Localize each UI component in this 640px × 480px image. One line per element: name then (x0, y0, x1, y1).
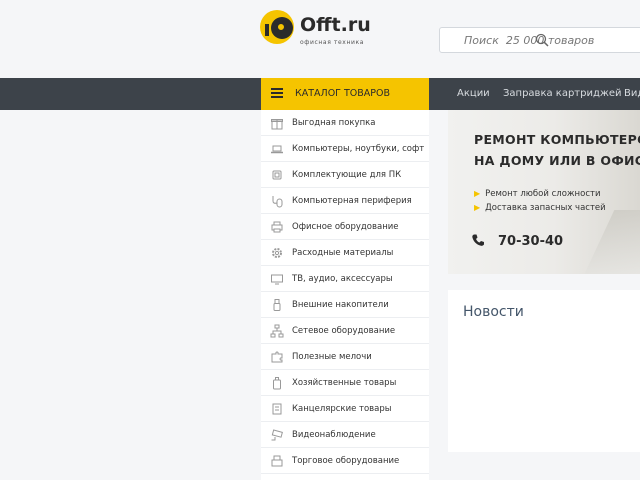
tv-icon (271, 274, 283, 285)
menu-item-retail-equipment[interactable]: Торговое оборудование (261, 448, 429, 474)
cpu-icon (272, 170, 282, 180)
printer-icon (271, 221, 283, 233)
menu-item-label: Видеонаблюдение (292, 430, 376, 440)
menu-item-label: Канцелярские товары (292, 404, 392, 414)
notepad-icon (272, 403, 282, 415)
banner-bullet: ▶ Доставка запасных частей (474, 203, 606, 213)
menu-item-label: Выгодная покупка (292, 118, 376, 128)
search-box[interactable] (439, 27, 640, 53)
nav-link-promotions[interactable]: Акции (457, 88, 490, 99)
register-icon (271, 455, 283, 467)
banner-title-line2: НА ДОМУ ИЛИ В ОФИСЕ (474, 153, 640, 168)
menu-item-surveillance[interactable]: Видеонаблюдение (261, 422, 429, 448)
gear-icon (272, 248, 282, 258)
mouse-icon (272, 196, 283, 208)
menu-item-consumables[interactable]: Расходные материалы (261, 240, 429, 266)
menu-item-label: Внешние накопители (292, 300, 389, 310)
menu-item-label: Торговое оборудование (292, 456, 400, 466)
site-logo[interactable]: Offt.ru офисная техника (260, 10, 371, 46)
camera-icon (271, 429, 283, 441)
menu-item-label: Сетевое оборудование (292, 326, 396, 336)
usb-icon (273, 299, 281, 311)
laptop-icon (271, 145, 283, 154)
menu-item-peripherals[interactable]: Компьютерная периферия (261, 188, 429, 214)
menu-item-label: ТВ, аудио, аксессуары (292, 274, 393, 284)
hamburger-icon (271, 88, 283, 99)
news-title: Новости (463, 304, 524, 320)
logo-emblem-icon (260, 10, 294, 44)
menu-item-office-equipment[interactable]: Офисное оборудование (261, 214, 429, 240)
menu-item-label: Комплектующие для ПК (292, 170, 402, 180)
catalog-button[interactable]: КАТАЛОГ ТОВАРОВ (261, 78, 429, 110)
news-section: Новости (448, 290, 640, 452)
menu-item-label: Компьютеры, ноутбуки, софт (292, 144, 425, 154)
nav-link-cartridge-refill[interactable]: Заправка картриджей (503, 88, 622, 99)
menu-item-label: Расходные материалы (292, 248, 394, 258)
bottle-icon (273, 377, 281, 390)
puzzle-icon (271, 351, 283, 363)
menu-item-tv-audio[interactable]: ТВ, аудио, аксессуары (261, 266, 429, 292)
menu-item-household[interactable]: Хозяйственные товары (261, 370, 429, 396)
menu-item-label: Хозяйственные товары (292, 378, 397, 388)
logo-title: Offt.ru (300, 14, 371, 36)
promo-banner[interactable]: РЕМОНТ КОМПЬЮТЕРОВ НА ДОМУ ИЛИ В ОФИСЕ ▶… (448, 110, 640, 274)
search-icon[interactable] (535, 33, 549, 47)
menu-item-stationery[interactable]: Канцелярские товары (261, 396, 429, 422)
menu-item-network[interactable]: Сетевое оборудование (261, 318, 429, 344)
network-icon (270, 324, 284, 338)
banner-title-line1: РЕМОНТ КОМПЬЮТЕРОВ (474, 132, 640, 147)
menu-item-label: Полезные мелочи (292, 352, 372, 362)
banner-phone-number: 70-30-40 (498, 234, 564, 249)
menu-item-pc-parts[interactable]: Комплектующие для ПК (261, 162, 429, 188)
menu-item-label: Офисное оборудование (292, 222, 399, 232)
phone-icon (472, 234, 484, 246)
gift-icon (271, 119, 283, 130)
menu-item-deals[interactable]: Выгодная покупка (261, 110, 429, 136)
nav-link-truncated[interactable]: Вид (624, 88, 640, 99)
catalog-menu: Выгодная покупка Компьютеры, ноутбуки, с… (261, 110, 429, 480)
menu-item-useful-items[interactable]: Полезные мелочи (261, 344, 429, 370)
banner-bullet: ▶ Ремонт любой сложности (474, 189, 601, 199)
menu-item-computers[interactable]: Компьютеры, ноутбуки, софт (261, 136, 429, 162)
menu-item-label: Компьютерная периферия (292, 196, 412, 206)
logo-subtitle: офисная техника (300, 39, 364, 46)
catalog-label: КАТАЛОГ ТОВАРОВ (295, 88, 390, 99)
banner-decoration (581, 210, 640, 274)
menu-item-external-storage[interactable]: Внешние накопители (261, 292, 429, 318)
